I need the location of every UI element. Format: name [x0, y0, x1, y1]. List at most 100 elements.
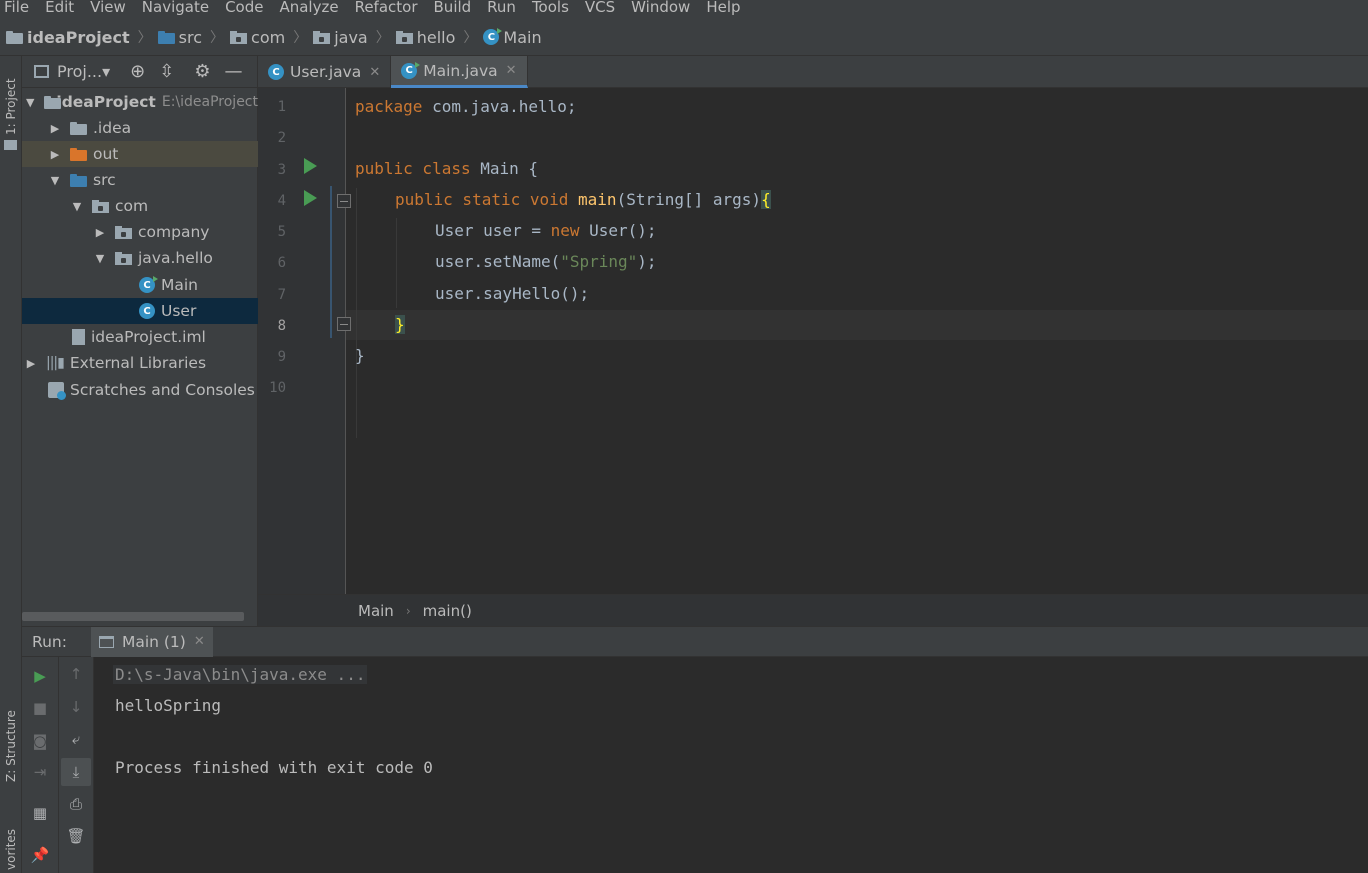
collapse-arrow-icon: ▶ [50, 147, 60, 161]
tree-item-external-libraries[interactable]: ▶ |||▮ External Libraries [22, 350, 258, 376]
stop-icon[interactable]: ■ [28, 696, 52, 720]
menu-tools[interactable]: Tools [530, 0, 569, 15]
code-line-4: public static void main(String[] args){ [395, 190, 771, 209]
breadcrumb-label: java [334, 27, 368, 47]
menu-analyze[interactable]: Analyze [277, 0, 338, 15]
tree-item-idea[interactable]: ▶ .idea [22, 115, 258, 141]
run-method-icon[interactable] [304, 190, 317, 206]
tab-user-java[interactable]: C User.java ✕ [258, 56, 392, 88]
project-folder-icon [4, 140, 17, 150]
tree-item-src[interactable]: ▼ src [22, 167, 258, 193]
java-class-icon: C [401, 61, 421, 79]
code-line-5: User user = new User(); [435, 221, 657, 240]
layout-icon[interactable]: ▦ [28, 801, 52, 825]
java-class-icon: C [139, 303, 155, 319]
tree-item-iml[interactable]: ideaProject.iml [22, 324, 258, 350]
camera-icon[interactable]: ◙ [28, 729, 52, 753]
hide-icon[interactable]: — [224, 61, 242, 82]
expand-arrow-icon: ▼ [26, 95, 35, 109]
project-tool-tab[interactable]: 1: Project [0, 68, 22, 146]
project-view-dropdown[interactable]: Proj...▾ [34, 62, 110, 81]
run-panel-header: Run: Main (1) ✕ [22, 626, 1368, 657]
tree-item-com[interactable]: ▼ com [22, 193, 258, 219]
tree-item-out[interactable]: ▶ out [22, 141, 258, 167]
menu-vcs[interactable]: VCS [583, 0, 615, 15]
menu-window[interactable]: Window [629, 0, 690, 15]
fold-icon[interactable] [337, 317, 351, 331]
down-arrow-icon[interactable]: ↓ [64, 695, 88, 719]
up-arrow-icon[interactable]: ↑ [64, 662, 88, 686]
menu-file[interactable]: File [2, 0, 29, 15]
tree-item-company[interactable]: ▶ company [22, 219, 258, 245]
project-view-label: Proj...▾ [57, 62, 111, 81]
breadcrumb-project[interactable]: ideaProject [6, 28, 130, 47]
soft-wrap-icon[interactable]: ⤶ [64, 727, 88, 751]
menu-view[interactable]: View [88, 0, 126, 15]
tree-item-ideaproject[interactable]: ▼ ideaProject E:\ideaProject [22, 89, 258, 115]
close-icon[interactable]: ✕ [369, 65, 380, 80]
menu-edit[interactable]: Edit [43, 0, 74, 15]
close-icon[interactable]: ✕ [506, 63, 517, 78]
structure-tool-tab[interactable]: Z: Structure [0, 696, 22, 796]
breadcrumb-separator-icon: › [405, 603, 411, 618]
console-command-line[interactable]: D:\s-Java\bin\java.exe ... [113, 665, 368, 684]
menu-refactor[interactable]: Refactor [353, 0, 418, 15]
tree-item-label: External Libraries [69, 354, 207, 372]
breadcrumb-separator-icon: 〉 [293, 30, 308, 46]
keyword: public static void [395, 190, 569, 209]
collapse-arrow-icon: ▶ [95, 225, 105, 239]
tree-item-java-hello[interactable]: ▼ java.hello [22, 245, 258, 271]
tree-item-main[interactable]: C Main [22, 272, 258, 298]
menu-run[interactable]: Run [485, 0, 516, 15]
breadcrumb-java[interactable]: java [313, 28, 368, 47]
line-number: 7 [277, 287, 286, 303]
navigation-bar: ideaProject 〉 src 〉 com 〉 java 〉 hello 〉… [0, 19, 1368, 56]
project-horizontal-scrollbar[interactable] [22, 612, 244, 621]
locate-icon[interactable]: ⊕ [130, 61, 145, 82]
code-line-1: package com.java.hello; [355, 97, 577, 116]
rerun-icon[interactable]: ▶ [28, 664, 52, 688]
tree-item-label: Scratches and Consoles [70, 381, 255, 399]
breadcrumb-label: com [251, 27, 286, 47]
breadcrumb-src[interactable]: src [157, 28, 202, 47]
menu-bar: File Edit View Navigate Code Analyze Ref… [0, 0, 1368, 19]
breadcrumb-com[interactable]: com [230, 28, 285, 47]
favorites-tool-tab[interactable]: vorites [0, 826, 22, 873]
tab-main-java[interactable]: C Main.java ✕ [391, 56, 528, 88]
fold-icon[interactable] [337, 194, 351, 208]
print-icon[interactable]: ⎙ [64, 792, 88, 816]
tree-item-label: java.hello [138, 249, 213, 267]
run-tab-label: Main (1) [121, 632, 186, 651]
tree-item-scratches[interactable]: Scratches and Consoles [22, 377, 258, 403]
close-icon[interactable]: ✕ [194, 634, 205, 649]
code-editor[interactable]: 1 2 3 4 5 6 7 8 9 10 package com.java.he… [258, 88, 1368, 594]
trash-icon[interactable]: 🗑 [64, 824, 88, 848]
menu-build[interactable]: Build [432, 0, 472, 15]
run-tab-main[interactable]: Main (1) ✕ [90, 626, 213, 657]
menu-help[interactable]: Help [704, 0, 740, 15]
excluded-folder-icon [70, 147, 87, 161]
console-icon [98, 635, 114, 648]
run-class-icon[interactable] [304, 158, 317, 174]
console-output[interactable]: D:\s-Java\bin\java.exe ... helloSpring P… [94, 657, 1368, 873]
gear-icon[interactable]: ⚙ [194, 61, 210, 82]
restore-layout-icon[interactable]: ⇥ [28, 760, 52, 784]
source-folder-icon [70, 173, 87, 187]
pin-icon[interactable]: 📌 [28, 843, 52, 867]
package-icon [230, 30, 248, 44]
current-line-highlight [346, 310, 1368, 340]
menu-code[interactable]: Code [223, 0, 263, 15]
indent-guide [356, 188, 357, 438]
menu-navigate[interactable]: Navigate [140, 0, 209, 15]
scroll-to-end-icon[interactable]: ⤓ [61, 758, 91, 786]
tree-item-user[interactable]: C User [22, 298, 258, 324]
tab-label: User.java [290, 63, 362, 81]
breadcrumb-hello[interactable]: hello [395, 28, 455, 47]
java-class-icon: C [268, 64, 284, 80]
collapse-all-icon[interactable]: ⇳ [159, 61, 174, 82]
breadcrumb-main[interactable]: C Main [483, 28, 542, 47]
editor-breadcrumb-method[interactable]: main() [423, 602, 472, 620]
editor-breadcrumb-class[interactable]: Main [358, 602, 394, 620]
expand-arrow-icon: ▼ [95, 251, 105, 265]
indent-guide [396, 218, 397, 308]
